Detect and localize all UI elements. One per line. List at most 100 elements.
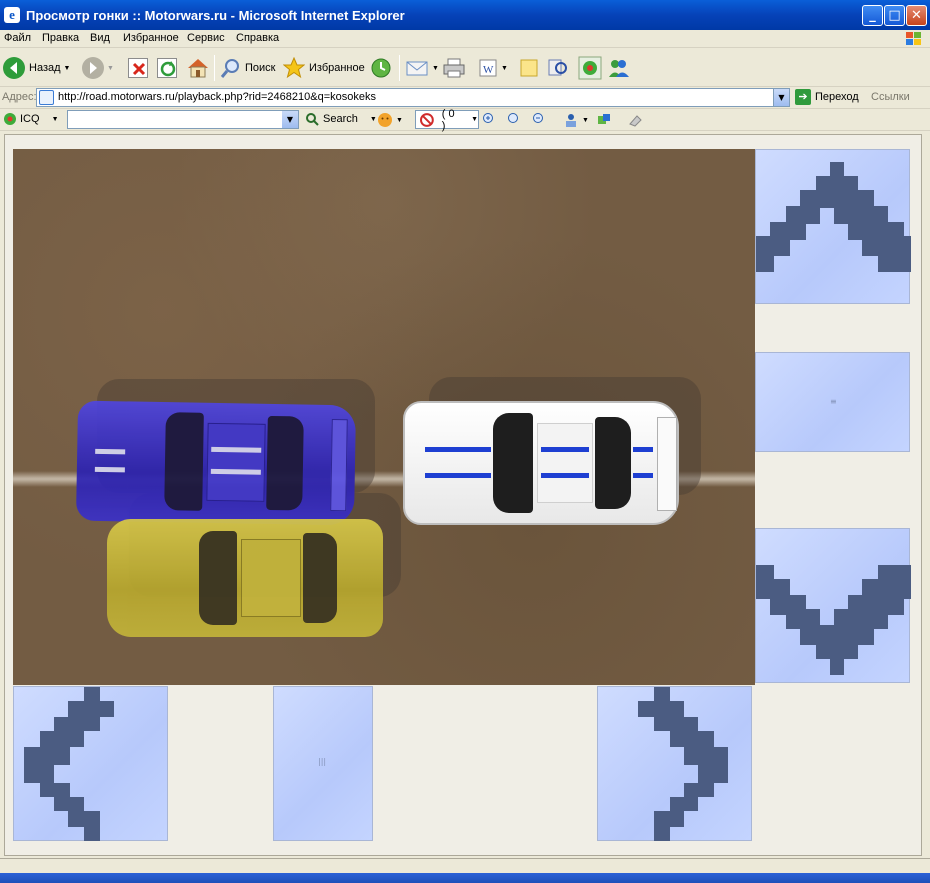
word-edit-icon: W <box>479 59 497 77</box>
search-icon <box>220 59 239 78</box>
mail-icon <box>406 61 428 76</box>
ie-icon: e <box>4 7 20 23</box>
history-icon <box>371 58 391 78</box>
print-button[interactable] <box>442 53 466 83</box>
icq-status-button[interactable]: ▼ <box>377 112 403 128</box>
title-bar: e Просмотр гонки :: Motorwars.ru - Micro… <box>0 0 930 30</box>
icq-flower-icon <box>578 56 602 80</box>
forward-button[interactable]: ▼ <box>82 53 114 83</box>
icq-search-input[interactable]: ▼ <box>67 110 299 129</box>
minimize-button[interactable]: _ <box>862 5 883 26</box>
popup-blocked-icon <box>420 112 434 127</box>
edit-dropdown-icon[interactable]: ▼ <box>501 65 508 72</box>
icq-dropdown-icon[interactable]: ▼ <box>52 116 59 123</box>
messenger-people-icon <box>609 60 629 77</box>
eraser-icon <box>629 115 642 127</box>
menu-favorites[interactable]: Избранное <box>123 32 179 44</box>
close-button[interactable]: ✕ <box>906 5 927 26</box>
zoom-in-button[interactable] <box>482 112 496 126</box>
address-input[interactable]: http://road.motorwars.ru/playback.php?ri… <box>36 88 790 107</box>
go-label: Переход <box>815 91 859 103</box>
zoom-in-icon <box>483 113 493 123</box>
favorites-star-icon <box>283 57 305 79</box>
address-dropdown-icon[interactable]: ▼ <box>773 89 789 106</box>
zoom-out-button[interactable] <box>532 112 546 126</box>
standard-toolbar: Назад ▼ ▼ Поиск Избранное ▼ W ▼ <box>0 49 930 87</box>
refresh-icon <box>157 58 177 78</box>
links-button[interactable]: Ссылки <box>871 91 910 103</box>
eraser-button[interactable] <box>627 112 643 128</box>
go-arrow-icon: ➔ <box>795 89 811 105</box>
address-url[interactable]: http://road.motorwars.ru/playback.php?ri… <box>58 91 376 103</box>
note-icon <box>520 59 538 77</box>
maximize-button[interactable]: □ <box>884 5 905 26</box>
white-car <box>403 401 679 525</box>
go-button[interactable]: ➔ Переход <box>795 89 859 105</box>
svg-text:W: W <box>483 64 494 76</box>
stop-icon <box>128 58 148 78</box>
center-marker-icon: ≡ <box>830 397 837 406</box>
search-label: Поиск <box>245 62 276 74</box>
popup-count: ( 0 ) <box>441 107 455 132</box>
icq-status-dropdown-icon[interactable]: ▼ <box>396 117 403 124</box>
stop-button[interactable] <box>128 53 148 83</box>
menu-tools[interactable]: Сервис <box>187 32 225 44</box>
mail-button[interactable]: ▼ <box>405 53 439 83</box>
icq-menu-button[interactable]: ICQ ▼ <box>3 112 59 126</box>
icq-search-label: Search <box>323 113 358 125</box>
user-icon <box>566 114 576 127</box>
forward-dropdown-icon[interactable]: ▼ <box>107 65 114 72</box>
status-face-icon <box>378 113 392 127</box>
home-icon <box>188 59 208 78</box>
user-dropdown-icon[interactable]: ▼ <box>582 117 589 124</box>
page-icon <box>39 90 54 105</box>
zoom-reset-button[interactable] <box>507 112 521 126</box>
blue-car <box>75 400 357 526</box>
zoom-icon <box>508 113 518 123</box>
discuss-button[interactable] <box>519 53 539 83</box>
icq-search-button[interactable]: Search ▼ <box>305 112 377 126</box>
menu-bar: Файл Правка Вид Избранное Сервис Справка <box>0 30 930 48</box>
address-bar: Адрес: http://road.motorwars.ru/playback… <box>0 87 930 109</box>
counter-dropdown-icon[interactable]: ▼ <box>471 116 478 123</box>
popup-blocker-counter[interactable]: ( 0 ) ▼ <box>415 107 479 132</box>
menu-help[interactable]: Справка <box>236 32 279 44</box>
favorites-label: Избранное <box>309 62 365 74</box>
icq-search-dropdown-icon[interactable]: ▼ <box>282 111 298 128</box>
icq-toolbar: ICQ ▼ ▼ Search ▼ ▼ ( 0 ) ▼ ▼ <box>0 107 930 132</box>
window-title: Просмотр гонки :: Motorwars.ru - Microso… <box>26 8 405 23</box>
home-button[interactable] <box>186 53 210 83</box>
control-down-button[interactable] <box>755 528 911 683</box>
user-button[interactable]: ▼ <box>563 112 589 128</box>
page-content: ≡ ||| <box>4 134 922 856</box>
control-pause-button[interactable]: ||| <box>273 686 373 841</box>
icq-search-dropdown-icon[interactable]: ▼ <box>370 116 377 123</box>
back-label: Назад <box>29 62 61 74</box>
menu-view[interactable]: Вид <box>90 32 110 44</box>
search-button[interactable]: Поиск <box>220 53 275 83</box>
back-button[interactable]: Назад ▼ <box>3 53 70 83</box>
messenger-button[interactable] <box>607 53 631 83</box>
refresh-button[interactable] <box>157 53 177 83</box>
status-bar <box>0 858 930 883</box>
control-center-button[interactable]: ≡ <box>755 352 910 452</box>
toolbar-separator <box>399 55 400 81</box>
research-button[interactable] <box>547 53 569 83</box>
icq-flower-icon <box>4 113 16 125</box>
games-button[interactable] <box>596 112 612 128</box>
menu-file[interactable]: Файл <box>4 32 31 44</box>
favorites-button[interactable]: Избранное <box>283 53 365 83</box>
icq-messenger-button[interactable] <box>578 53 602 83</box>
control-right-button[interactable] <box>597 686 752 841</box>
toolbar-separator <box>214 55 215 81</box>
control-left-button[interactable] <box>13 686 168 841</box>
back-dropdown-icon[interactable]: ▼ <box>64 65 71 72</box>
arrow-up-icon <box>756 162 911 272</box>
menu-edit[interactable]: Правка <box>42 32 79 44</box>
control-up-button[interactable] <box>755 149 911 304</box>
mail-dropdown-icon[interactable]: ▼ <box>432 65 439 72</box>
back-arrow-icon <box>3 57 25 79</box>
history-button[interactable] <box>370 53 392 83</box>
pause-marker-icon: ||| <box>318 757 327 766</box>
edit-button[interactable]: W ▼ <box>478 53 508 83</box>
